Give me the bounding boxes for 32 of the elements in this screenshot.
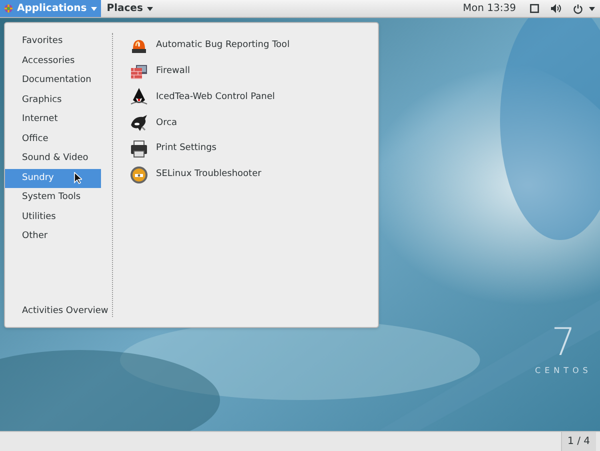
brand-text: CENTOS [535, 365, 592, 377]
volume-icon[interactable] [551, 4, 561, 13]
menu-button[interactable]: Places [100, 0, 159, 17]
category-item[interactable]: Sound & Video [5, 149, 101, 168]
power-icon[interactable] [573, 4, 583, 14]
app-item[interactable]: Automatic Bug Reporting Tool [156, 39, 290, 53]
category-item[interactable]: Utilities [5, 208, 101, 227]
category-item[interactable]: Other [5, 227, 101, 246]
category-item[interactable]: Office [5, 130, 101, 149]
logo-icon [4, 4, 13, 13]
category-item[interactable]: System Tools [5, 188, 101, 208]
caret-icon [146, 6, 153, 10]
caret-icon[interactable] [589, 6, 595, 10]
app-item[interactable]: Firewall [156, 64, 190, 78]
app-item[interactable]: IcedTea-Web Control Panel [156, 90, 275, 104]
category-item[interactable]: Accessories [5, 52, 101, 71]
version-number: 7 [551, 322, 576, 362]
category-item[interactable]: Graphics [5, 90, 101, 110]
category-item[interactable]: Internet [5, 110, 101, 130]
app-item[interactable]: Orca [156, 116, 178, 130]
cursor-icon [74, 172, 82, 184]
printer-icon [129, 139, 149, 160]
activities-overview-link[interactable]: Activities Overview [5, 304, 112, 318]
clock[interactable]: Mon 13:39 [462, 1, 516, 16]
screen-icon[interactable] [530, 4, 539, 13]
orca-icon [129, 113, 149, 134]
category-item[interactable]: Documentation [5, 71, 101, 90]
workspace-indicator[interactable]: 1 / 4 [560, 432, 596, 451]
caret-icon [90, 6, 97, 10]
app-item[interactable]: SELinux Troubleshooter [156, 168, 262, 182]
app-item[interactable]: Print Settings [156, 142, 216, 156]
category-item[interactable]: Favorites [5, 32, 101, 52]
